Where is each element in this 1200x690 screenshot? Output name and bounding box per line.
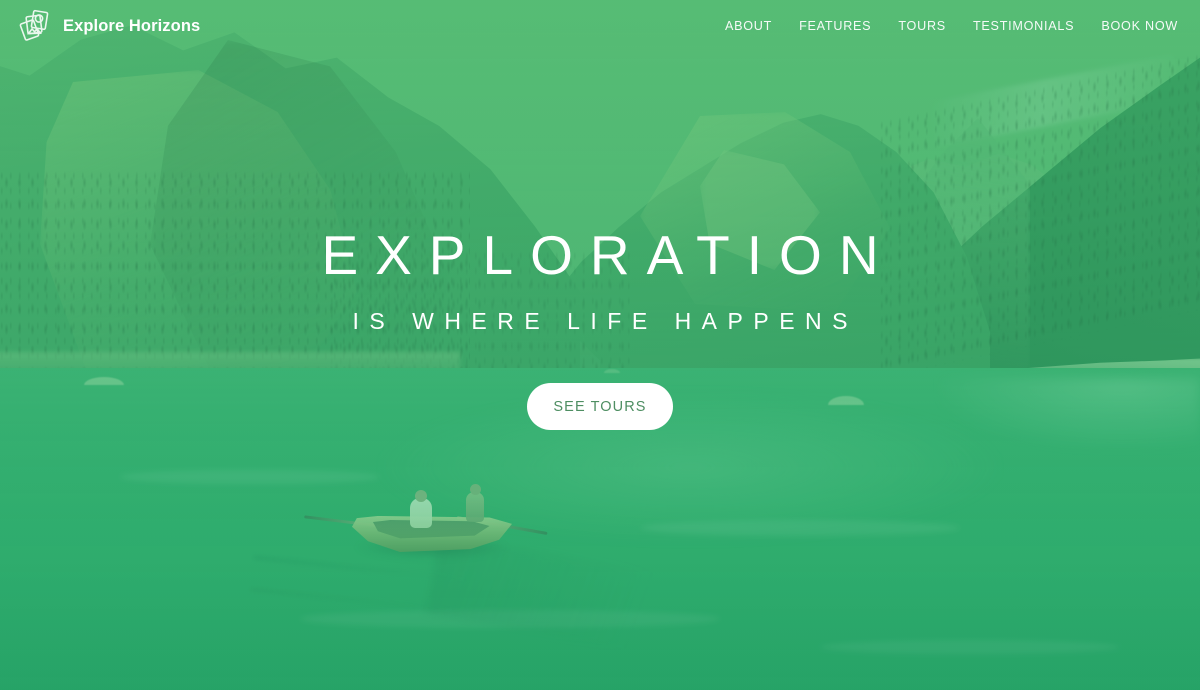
stacked-photo-cards-icon [19, 9, 49, 41]
see-tours-button[interactable]: SEE TOURS [527, 383, 673, 430]
nav-link-book-now[interactable]: BOOK NOW [1101, 19, 1178, 33]
hero-section: Explore Horizons ABOUT FEATURES TOURS TE… [0, 0, 1200, 690]
brand-name: Explore Horizons [63, 16, 201, 35]
hero-subtitle: IS WHERE LIFE HAPPENS [352, 308, 858, 334]
main-navigation: ABOUT FEATURES TOURS TESTIMONIALS BOOK N… [725, 19, 1178, 33]
brand[interactable]: Explore Horizons [18, 9, 200, 43]
hero-title: EXPLORATION [321, 224, 896, 286]
nav-link-about[interactable]: ABOUT [725, 19, 772, 33]
nav-link-features[interactable]: FEATURES [799, 19, 871, 33]
hero-content: EXPLORATION IS WHERE LIFE HAPPENS SEE TO… [0, 228, 1200, 430]
nav-link-testimonials[interactable]: TESTIMONIALS [973, 19, 1074, 33]
navbar: Explore Horizons ABOUT FEATURES TOURS TE… [0, 0, 1200, 52]
nav-link-tours[interactable]: TOURS [898, 19, 946, 33]
